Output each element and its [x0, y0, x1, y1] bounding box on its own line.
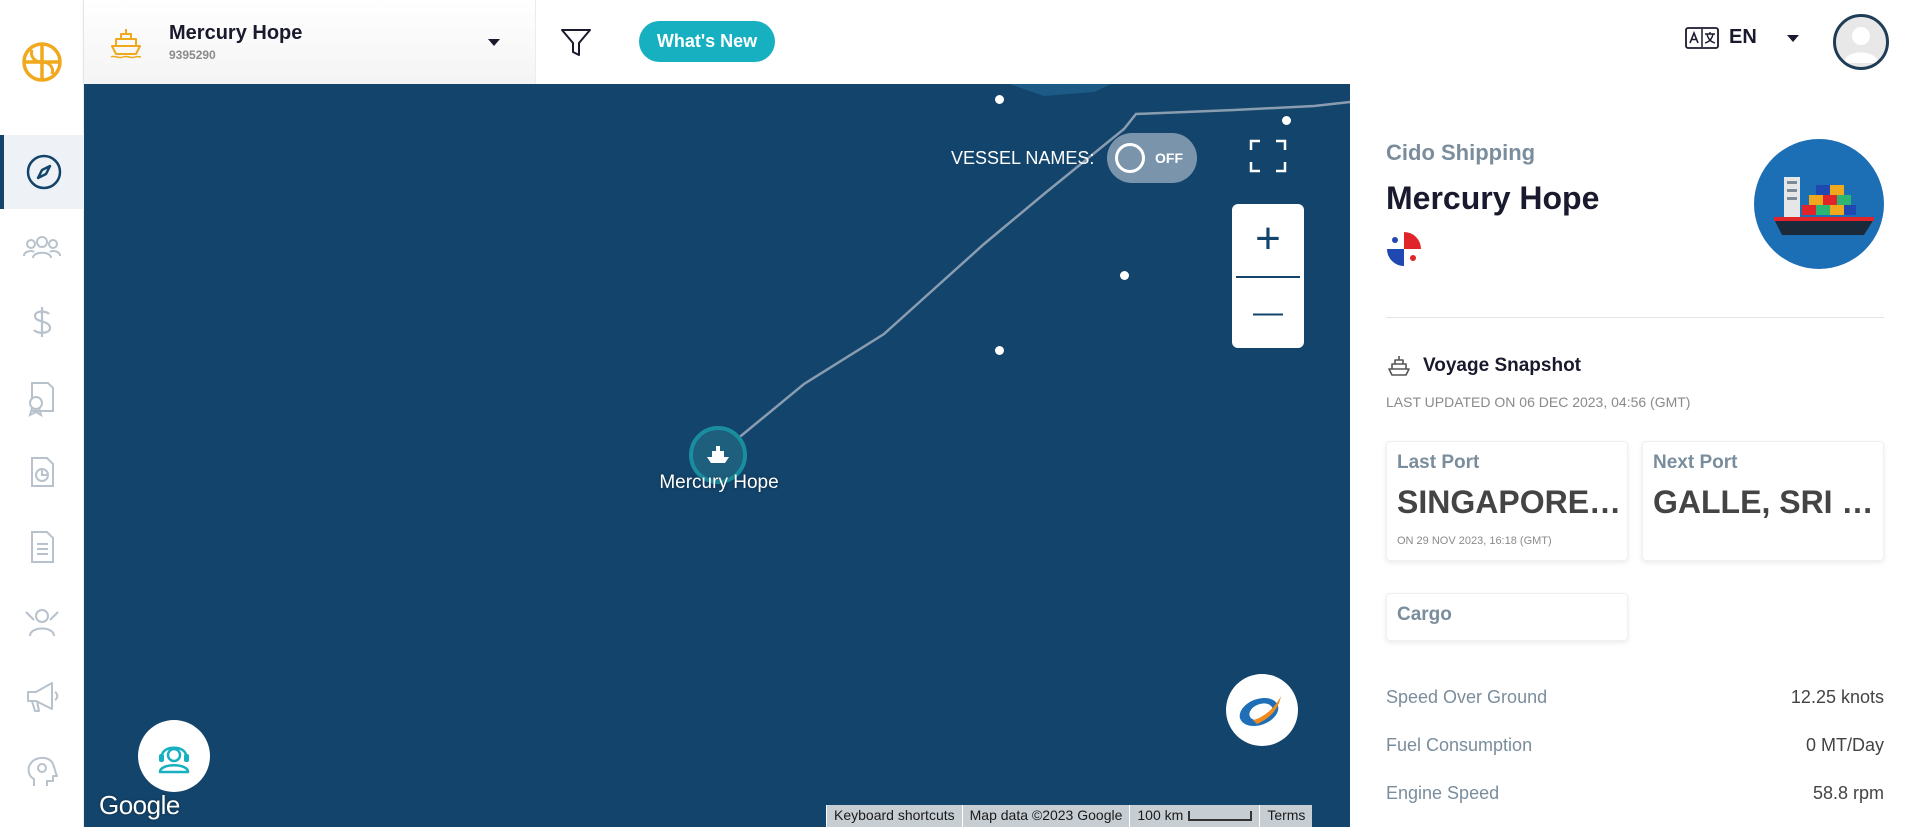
- last-port-value: SINGAPORE, SINGAPORE: [1397, 484, 1623, 520]
- panama-flag-icon: [1387, 232, 1421, 266]
- map-scale-label: 100 km: [1137, 807, 1184, 823]
- keyboard-shortcuts-link[interactable]: Keyboard shortcuts: [826, 805, 962, 827]
- zoom-control: + —: [1232, 204, 1304, 348]
- map-view[interactable]: VESSEL NAMES: OFF + — Mercury Hope Googl…: [84, 84, 1350, 827]
- sidebar-item-crew-management[interactable]: [0, 585, 84, 659]
- vessel-detail-panel: Cido Shipping Mercury Hope Voyage Snapsh…: [1350, 84, 1920, 827]
- toggle-knob: [1115, 143, 1145, 173]
- sidebar-item-training[interactable]: [0, 735, 84, 809]
- selected-vessel-imo: 9395290: [169, 48, 216, 62]
- support-agent-icon: [158, 746, 190, 774]
- last-port-card[interactable]: Last Port SINGAPORE, SINGAPORE ON 29 NOV…: [1386, 441, 1628, 561]
- panel-divider: [1386, 317, 1884, 318]
- sidebar: [0, 0, 84, 827]
- crew-icon: [25, 609, 59, 637]
- sidebar-item-navigation[interactable]: [0, 135, 84, 209]
- ship-icon: [1388, 356, 1410, 376]
- next-port-value: GALLE, SRI LANKA: [1653, 484, 1879, 520]
- next-port-card[interactable]: Next Port GALLE, SRI LANKA: [1642, 441, 1884, 561]
- cido-logo-button[interactable]: [1226, 674, 1298, 746]
- map-scale[interactable]: 100 km: [1129, 805, 1260, 827]
- sidebar-item-finance[interactable]: [0, 285, 84, 359]
- stat-label: Fuel Consumption: [1386, 735, 1533, 755]
- stat-label: Speed Over Ground: [1386, 687, 1548, 707]
- cido-logo-icon: [1239, 696, 1281, 727]
- sidebar-item-announcements[interactable]: [0, 660, 84, 734]
- terms-link[interactable]: Terms: [1259, 805, 1313, 827]
- vessel-title: Mercury Hope: [1386, 180, 1600, 216]
- cargo-label: Cargo: [1397, 604, 1452, 625]
- sidebar-item-reports[interactable]: [0, 435, 84, 509]
- whats-new-button[interactable]: What's New: [639, 21, 775, 62]
- user-icon: [1844, 27, 1878, 63]
- map-attribution: Keyboard shortcuts Map data ©2023 Google…: [826, 805, 1313, 827]
- container-ship-icon: [1774, 177, 1874, 235]
- fullscreen-icon[interactable]: [1249, 139, 1287, 173]
- vessel-selector[interactable]: Mercury Hope 9395290: [84, 0, 536, 84]
- cargo-card[interactable]: Cargo: [1386, 593, 1628, 641]
- stat-engine-speed: Engine Speed 58.8 rpm: [1386, 783, 1884, 804]
- vessel-photo: [1754, 139, 1884, 269]
- stat-value: 0 MT/Day: [1805, 735, 1884, 755]
- vessel-names-label: VESSEL NAMES:: [951, 148, 1095, 168]
- certificate-icon: [28, 382, 54, 417]
- language-selector[interactable]: EN: [1685, 26, 1803, 49]
- toggle-state: OFF: [1155, 150, 1183, 166]
- stat-speed-over-ground: Speed Over Ground 12.25 knots: [1386, 687, 1884, 708]
- last-port-label: Last Port: [1397, 452, 1480, 473]
- scale-bar: [1188, 811, 1253, 822]
- waypoint-marker[interactable]: [1282, 116, 1291, 125]
- stat-label: Engine Speed: [1386, 783, 1500, 803]
- google-logo: Google: [99, 790, 180, 820]
- brain-icon: [27, 756, 58, 786]
- sidebar-item-crew[interactable]: [0, 210, 84, 284]
- chevron-down-icon[interactable]: [484, 32, 504, 52]
- compass-icon: [26, 154, 62, 190]
- dollar-icon: [33, 307, 52, 337]
- company-name: Cido Shipping: [1386, 140, 1536, 165]
- ship-icon: [707, 446, 729, 463]
- last-updated-text: LAST UPDATED ON 06 DEC 2023, 04:56 (GMT): [1386, 394, 1691, 410]
- support-button[interactable]: [138, 720, 210, 792]
- next-port-label: Next Port: [1653, 452, 1738, 473]
- zoom-in-button[interactable]: +: [1232, 204, 1304, 274]
- last-port-date: ON 29 NOV 2023, 16:18 (GMT): [1397, 535, 1552, 547]
- ship-icon: [110, 29, 142, 59]
- vessel-map-label: Mercury Hope: [659, 472, 779, 493]
- megaphone-icon: [27, 682, 59, 712]
- users-icon: [23, 236, 61, 259]
- selected-vessel-name: Mercury Hope: [169, 22, 303, 44]
- stat-fuel-consumption: Fuel Consumption 0 MT/Day: [1386, 735, 1884, 756]
- sidebar-item-certificates[interactable]: [0, 360, 84, 434]
- voyage-snapshot-title: Voyage Snapshot: [1423, 355, 1582, 376]
- map-data-credit: Map data ©2023 Google: [961, 805, 1130, 827]
- chevron-down-icon: [1786, 34, 1799, 42]
- brand-logo-icon[interactable]: [20, 40, 64, 84]
- vessel-names-toggle[interactable]: OFF: [1107, 133, 1197, 183]
- user-avatar[interactable]: [1833, 14, 1889, 70]
- waypoint-marker[interactable]: [995, 346, 1004, 355]
- zoom-out-button[interactable]: —: [1232, 278, 1304, 348]
- top-bar: Mercury Hope 9395290 What's New EN: [84, 0, 1920, 84]
- report-icon: [31, 457, 54, 487]
- waypoint-marker[interactable]: [995, 95, 1004, 104]
- stat-value: 58.8 rpm: [1812, 783, 1884, 803]
- translate-icon: [1685, 26, 1719, 49]
- document-icon: [31, 531, 54, 563]
- waypoint-marker[interactable]: [1120, 271, 1129, 280]
- filter-icon[interactable]: [558, 24, 594, 60]
- stat-value: 12.25 knots: [1790, 687, 1884, 707]
- sidebar-item-documents[interactable]: [0, 510, 84, 584]
- language-code: EN: [1729, 26, 1757, 48]
